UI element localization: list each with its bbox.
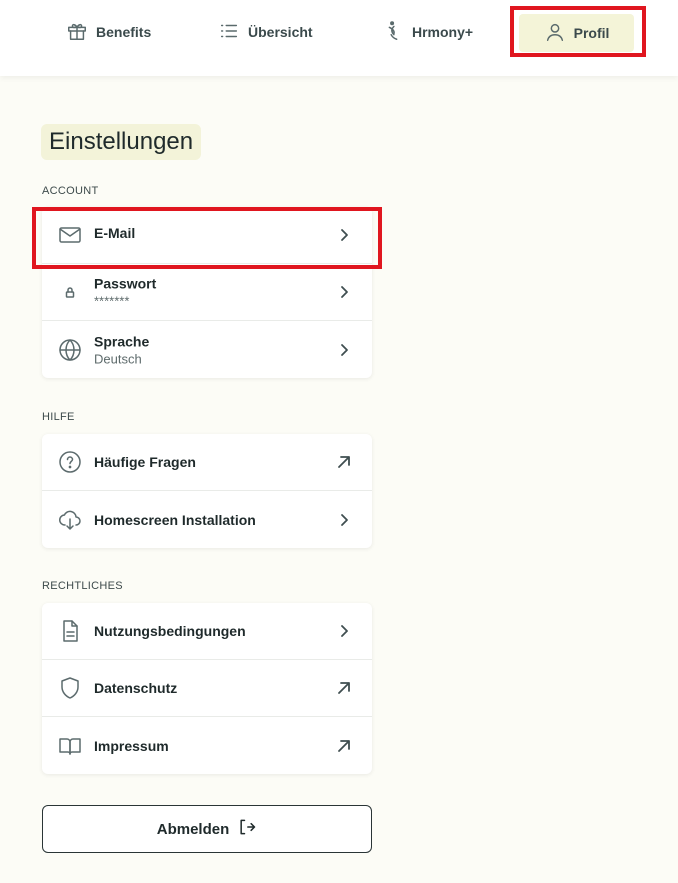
lock-icon: [58, 280, 82, 304]
password-value: *******: [94, 293, 130, 309]
row-homescreen[interactable]: Homescreen Installation: [42, 491, 372, 548]
nav-benefits[interactable]: Benefits: [56, 12, 161, 52]
logout-icon: [237, 817, 257, 841]
terms-title: Nutzungsbedingungen: [94, 623, 246, 639]
gift-icon: [66, 20, 88, 45]
document-icon: [58, 619, 82, 643]
chevron-right-icon: [336, 284, 352, 300]
chevron-right-icon: [336, 227, 352, 243]
cloud-download-icon: [58, 508, 82, 532]
external-link-arrow-icon: [336, 454, 352, 470]
nav-hrmony-label: Hrmony+: [412, 24, 474, 40]
row-language[interactable]: Sprache Deutsch: [42, 321, 372, 378]
logout-label: Abmelden: [156, 820, 230, 838]
help-card: Häufige Fragen Homescreen Installation: [42, 434, 372, 548]
chevron-right-icon: [336, 623, 352, 639]
row-password[interactable]: Passwort *******: [42, 264, 372, 321]
book-open-icon: [58, 734, 82, 758]
nav-profil[interactable]: Profil: [519, 14, 634, 52]
chevron-right-icon: [336, 512, 352, 528]
section-label-legal: RECHTLICHES: [42, 580, 123, 592]
hrmony-logo-icon: [382, 20, 404, 45]
logout-button[interactable]: Abmelden: [42, 805, 372, 853]
nav-profil-label: Profil: [573, 25, 610, 41]
nav-uebersicht[interactable]: Übersicht: [208, 12, 323, 52]
language-title: Sprache: [94, 333, 150, 349]
list-icon: [218, 20, 240, 45]
external-link-arrow-icon: [336, 738, 352, 754]
shield-icon: [58, 676, 82, 700]
section-label-help: HILFE: [42, 411, 75, 423]
chevron-right-icon: [336, 342, 352, 358]
top-navigation: Benefits Übersicht Hrmony+ Profil: [0, 0, 678, 76]
globe-icon: [58, 338, 82, 362]
faq-title: Häufige Fragen: [94, 454, 196, 470]
homescreen-title: Homescreen Installation: [94, 511, 256, 528]
account-card: E-Mail Passwort ******* Sprache Deutsch: [42, 207, 372, 378]
legal-card: Nutzungsbedingungen Datenschutz Impressu…: [42, 603, 372, 774]
nav-hrmony[interactable]: Hrmony+: [372, 12, 483, 52]
row-terms[interactable]: Nutzungsbedingungen: [42, 603, 372, 660]
mail-icon: [58, 223, 82, 247]
email-title: E-Mail: [94, 225, 136, 241]
language-value: Deutsch: [94, 351, 142, 366]
user-icon: [544, 21, 566, 46]
row-imprint[interactable]: Impressum: [42, 717, 372, 774]
question-circle-icon: [58, 450, 82, 474]
row-faq[interactable]: Häufige Fragen: [42, 434, 372, 491]
password-title: Passwort: [94, 275, 157, 292]
page-title: Einstellungen: [41, 124, 202, 160]
nav-uebersicht-label: Übersicht: [248, 24, 313, 40]
external-link-arrow-icon: [336, 680, 352, 696]
nav-benefits-label: Benefits: [96, 24, 152, 40]
row-privacy[interactable]: Datenschutz: [42, 660, 372, 717]
imprint-title: Impressum: [94, 737, 169, 754]
section-label-account: ACCOUNT: [42, 185, 99, 197]
privacy-title: Datenschutz: [94, 680, 178, 696]
row-email[interactable]: E-Mail: [42, 207, 372, 264]
